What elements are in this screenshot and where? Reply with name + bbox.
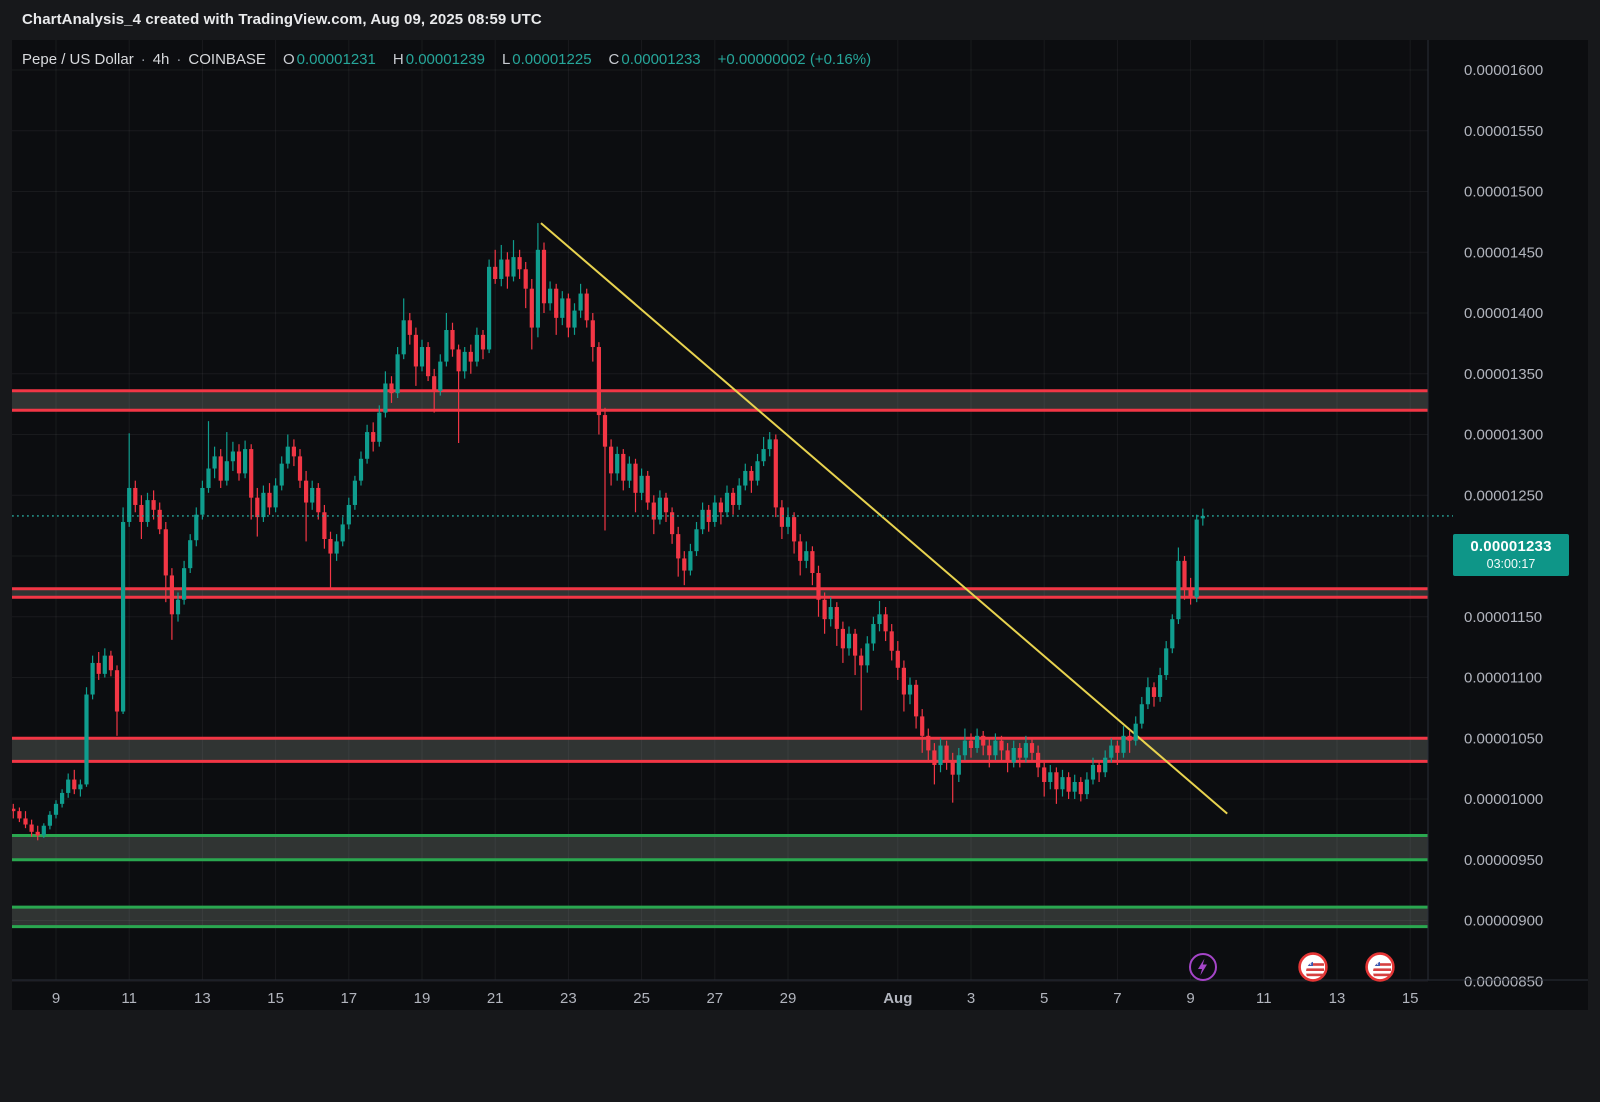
svg-text:0.00000850: 0.00000850 bbox=[1464, 973, 1543, 990]
svg-text:11: 11 bbox=[1256, 990, 1272, 1007]
economic-event-us-flag-icon[interactable] bbox=[1297, 952, 1328, 982]
page-root: ChartAnalysis_4 created with TradingView… bbox=[0, 0, 1600, 1102]
svg-text:25: 25 bbox=[633, 990, 650, 1007]
svg-text:9: 9 bbox=[52, 990, 60, 1007]
chart-panel[interactable]: 0.00001600 0.00001550 0.00001500 0.00001450… bbox=[12, 40, 1588, 1010]
current-price-label: 0.00001233 03:00:17 bbox=[1453, 534, 1569, 576]
svg-text:29: 29 bbox=[780, 990, 797, 1007]
svg-text:0.00001450: 0.00001450 bbox=[1464, 244, 1543, 261]
symbol-name[interactable]: Pepe / US Dollar bbox=[22, 51, 134, 68]
bar-countdown-timer: 03:00:17 bbox=[1486, 556, 1536, 571]
svg-text:0.00001050: 0.00001050 bbox=[1464, 730, 1543, 747]
svg-text:15: 15 bbox=[1402, 990, 1419, 1007]
current-price-value: 0.00001233 bbox=[1470, 537, 1552, 555]
svg-text:23: 23 bbox=[560, 990, 577, 1007]
trendline[interactable] bbox=[540, 222, 1228, 815]
svg-text:Aug: Aug bbox=[883, 990, 912, 1007]
low-label: L bbox=[501, 50, 511, 68]
svg-text:13: 13 bbox=[194, 990, 211, 1007]
price-axis[interactable]: 0.00001600 0.00001550 0.00001500 0.00001450… bbox=[1427, 40, 1543, 990]
svg-text:5: 5 bbox=[1040, 990, 1048, 1007]
price-change: +0.00000002 (+0.16%) bbox=[717, 50, 872, 68]
svg-text:13: 13 bbox=[1329, 990, 1346, 1007]
economic-event-us-flag-icon[interactable] bbox=[1364, 952, 1395, 982]
economic-event-lightning-icon[interactable] bbox=[1188, 952, 1218, 982]
svg-text:9: 9 bbox=[1186, 990, 1194, 1007]
svg-text:0.00001000: 0.00001000 bbox=[1464, 791, 1543, 808]
svg-text:15: 15 bbox=[267, 990, 284, 1007]
svg-text:0.00001150: 0.00001150 bbox=[1464, 609, 1542, 626]
price-chart-canvas[interactable]: 0.00001600 0.00001550 0.00001500 0.00001450… bbox=[12, 40, 1588, 1010]
exchange-label: COINBASE bbox=[188, 50, 266, 68]
svg-text:0.00001500: 0.00001500 bbox=[1464, 184, 1543, 201]
svg-text:0.00001100: 0.00001100 bbox=[1464, 670, 1542, 687]
high-label: H bbox=[392, 50, 404, 68]
ohlc-close: C 0.00001233 bbox=[609, 51, 701, 68]
close-value: 0.00001233 bbox=[621, 50, 701, 68]
close-label: C bbox=[608, 50, 620, 68]
svg-text:3: 3 bbox=[967, 990, 975, 1007]
svg-text:17: 17 bbox=[340, 990, 357, 1007]
svg-text:0.00001350: 0.00001350 bbox=[1464, 366, 1543, 383]
svg-text:0.00001600: 0.00001600 bbox=[1464, 62, 1543, 79]
svg-text:0.00001400: 0.00001400 bbox=[1464, 305, 1543, 322]
svg-text:27: 27 bbox=[706, 990, 723, 1007]
legend-separator: · bbox=[176, 50, 182, 68]
top-bar: ChartAnalysis_4 created with TradingView… bbox=[0, 0, 1600, 40]
svg-text:0.00001550: 0.00001550 bbox=[1464, 123, 1543, 140]
legend-separator: · bbox=[140, 50, 146, 68]
ohlc-high: H 0.00001239 bbox=[393, 51, 485, 68]
svg-text:0.00000950: 0.00000950 bbox=[1464, 852, 1543, 869]
symbol-legend: Pepe / US Dollar · 4h · COINBASE O 0.000… bbox=[22, 48, 871, 70]
svg-text:0.00001250: 0.00001250 bbox=[1464, 487, 1543, 504]
high-value: 0.00001239 bbox=[405, 50, 485, 68]
snapshot-title: ChartAnalysis_4 created with TradingView… bbox=[22, 11, 542, 28]
svg-text:21: 21 bbox=[487, 990, 504, 1007]
open-value: 0.00001231 bbox=[296, 50, 376, 68]
low-value: 0.00001225 bbox=[512, 50, 592, 68]
interval-label[interactable]: 4h bbox=[153, 51, 170, 68]
supply-demand-zones bbox=[12, 389, 1428, 929]
svg-text:0.00001300: 0.00001300 bbox=[1464, 427, 1543, 444]
ohlc-open: O 0.00001231 bbox=[283, 51, 376, 68]
svg-text:19: 19 bbox=[414, 990, 431, 1007]
bottom-bar: TradingView bbox=[0, 1010, 1600, 1102]
svg-text:7: 7 bbox=[1113, 990, 1121, 1007]
svg-text:0.00000900: 0.00000900 bbox=[1464, 913, 1543, 930]
open-label: O bbox=[282, 50, 295, 68]
time-axis[interactable]: 9 11 13 15 17 19 21 23 25 27 29 Aug 3 5 7 9 11 13 15 bbox=[12, 979, 1588, 1007]
svg-text:11: 11 bbox=[121, 990, 137, 1007]
ohlc-low: L 0.00001225 bbox=[502, 51, 592, 68]
